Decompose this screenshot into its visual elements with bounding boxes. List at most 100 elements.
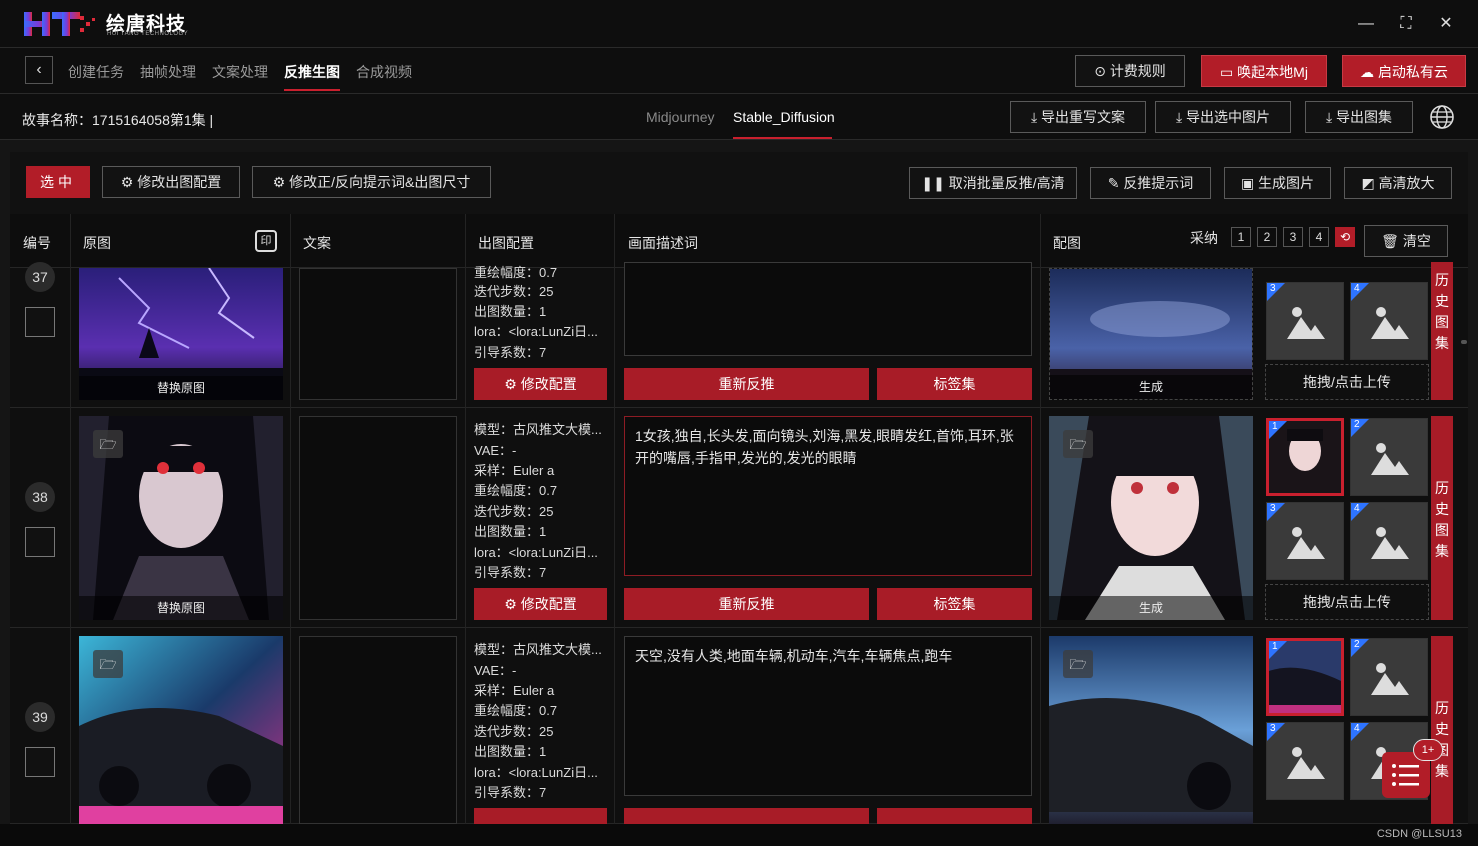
- globe-icon[interactable]: [1429, 104, 1455, 130]
- generated-image[interactable]: 🗁: [1049, 636, 1253, 824]
- config-line: 迭代步数：25: [474, 504, 554, 519]
- history-thumb-3[interactable]: 3: [1266, 722, 1344, 800]
- generated-image[interactable]: 🗁 生成: [1049, 416, 1253, 620]
- re-reverse-button[interactable]: 重新反推: [624, 588, 869, 620]
- adopt-label: 采纳: [1190, 230, 1218, 246]
- prompt-textarea[interactable]: 天空,没有人类,地面车辆,机动车,汽车,车辆焦点,跑车: [624, 636, 1032, 796]
- billing-rules-button[interactable]: ⊙ 计费规则: [1075, 55, 1185, 87]
- monitor-icon: ▭: [1220, 64, 1238, 80]
- coin-icon: ⊙: [1094, 63, 1110, 79]
- config-line: 出图数量：1: [474, 304, 547, 319]
- edit-icon: ✎: [1107, 175, 1124, 191]
- history-thumb-1[interactable]: 1: [1266, 638, 1344, 716]
- history-album-button[interactable]: 历史图集: [1431, 262, 1453, 400]
- replace-original-label[interactable]: 替换原图: [79, 376, 283, 400]
- history-album-button[interactable]: 历史图集: [1431, 416, 1453, 620]
- back-button[interactable]: ‹: [25, 56, 53, 84]
- row-checkbox[interactable]: [25, 307, 55, 337]
- story-name: 故事名称：1715164058第1集 |: [22, 112, 214, 128]
- adopt-option-3[interactable]: 3: [1283, 227, 1303, 247]
- folder-icon[interactable]: 🗁: [93, 430, 123, 458]
- original-image[interactable]: 🗁: [79, 636, 283, 824]
- history-thumb-3[interactable]: 3: [1266, 502, 1344, 580]
- edit-config-button[interactable]: ⚙ 修改配置: [474, 368, 607, 400]
- original-image[interactable]: 替换原图: [79, 268, 283, 400]
- re-reverse-button[interactable]: [624, 808, 869, 824]
- history-thumb-1[interactable]: 1 1: [1266, 418, 1344, 496]
- folder-icon[interactable]: 🗁: [93, 650, 123, 678]
- reverse-prompt-button[interactable]: ✎ 反推提示词: [1090, 167, 1211, 199]
- minimize-icon[interactable]: —: [1354, 12, 1378, 36]
- config-line: 采样：Euler a: [474, 683, 555, 698]
- upscale-button[interactable]: ◩ 高清放大: [1344, 167, 1452, 199]
- upload-dropzone[interactable]: 拖拽/点击上传: [1265, 584, 1429, 620]
- history-album-button[interactable]: 历史图集: [1431, 636, 1453, 824]
- history-thumb-3[interactable]: 3: [1266, 282, 1344, 360]
- repeat-icon[interactable]: ⟲: [1335, 227, 1355, 247]
- tag-set-button[interactable]: 标签集: [877, 588, 1032, 620]
- edit-output-config-button[interactable]: ⚙ 修改出图配置: [102, 166, 240, 198]
- history-thumb-4[interactable]: 4: [1350, 282, 1428, 360]
- copy-textarea[interactable]: [299, 636, 457, 824]
- col-header-original: 原图: [83, 235, 111, 251]
- col-header-config: 出图配置: [478, 235, 534, 251]
- vertical-scrollbar[interactable]: [1461, 340, 1467, 344]
- maximize-icon[interactable]: ⛶: [1394, 12, 1418, 36]
- tab-reverse-generate[interactable]: 反推生图: [284, 62, 340, 82]
- launch-local-mj-button[interactable]: ▭ 唤起本地Mj: [1201, 55, 1327, 87]
- generate-label[interactable]: 生成: [1050, 375, 1252, 399]
- upscale-icon: ◩: [1361, 175, 1379, 191]
- adopt-option-1[interactable]: 1: [1231, 227, 1251, 247]
- adopt-option-4[interactable]: 4: [1309, 227, 1329, 247]
- tag-set-button[interactable]: 标签集: [877, 368, 1032, 400]
- tab-create-task[interactable]: 创建任务: [68, 62, 124, 82]
- replace-original-label[interactable]: 替换原图: [79, 596, 283, 620]
- upload-dropzone[interactable]: 拖拽/点击上传: [1265, 364, 1429, 400]
- history-thumb-4[interactable]: 4: [1350, 502, 1428, 580]
- select-button[interactable]: 选中: [26, 166, 90, 198]
- export-album-button[interactable]: ⤓ 导出图集: [1305, 101, 1413, 133]
- copy-textarea[interactable]: [299, 268, 457, 400]
- adopt-option-2[interactable]: 2: [1257, 227, 1277, 247]
- image-placeholder-icon: [1287, 527, 1325, 559]
- history-thumb-2[interactable]: 2: [1350, 418, 1428, 496]
- task-count-badge: 1+: [1413, 739, 1443, 761]
- col-header-prompt: 画面描述词: [628, 235, 698, 251]
- re-reverse-button[interactable]: 重新反推: [624, 368, 869, 400]
- row-checkbox[interactable]: [25, 527, 55, 557]
- pause-icon: ❚❚: [921, 175, 949, 191]
- column-divider: [614, 214, 615, 824]
- generated-image[interactable]: 生成: [1049, 268, 1253, 400]
- column-divider: [1040, 214, 1041, 824]
- tab-stable-diffusion[interactable]: Stable_Diffusion: [733, 109, 835, 125]
- prompt-textarea[interactable]: 1女孩,独自,长头发,面向镜头,刘海,黑发,眼睛发红,首饰,耳环,张开的嘴唇,手…: [624, 416, 1032, 576]
- original-image[interactable]: 🗁 替换原图: [79, 416, 283, 620]
- folder-icon[interactable]: 🗁: [1063, 430, 1093, 458]
- edit-config-button[interactable]: ⚙ 修改配置: [474, 588, 607, 620]
- row-number: 38: [25, 482, 55, 512]
- close-icon[interactable]: ✕: [1434, 12, 1458, 36]
- prompt-textarea[interactable]: [624, 262, 1032, 356]
- folder-icon[interactable]: 🗁: [1063, 650, 1093, 678]
- clear-button[interactable]: 🗑 清空: [1364, 225, 1448, 257]
- tab-frame-extract[interactable]: 抽帧处理: [140, 62, 196, 82]
- launch-private-cloud-button[interactable]: ☁ 启动私有云: [1342, 55, 1466, 87]
- tab-midjourney[interactable]: Midjourney: [646, 109, 714, 125]
- col-header-copy: 文案: [303, 235, 331, 251]
- tab-copy-process[interactable]: 文案处理: [212, 62, 268, 82]
- history-thumb-2[interactable]: 2: [1350, 638, 1428, 716]
- generate-label[interactable]: 生成: [1049, 596, 1253, 620]
- export-selected-button[interactable]: ⤓ 导出选中图片: [1155, 101, 1291, 133]
- tag-set-button[interactable]: [877, 808, 1032, 824]
- export-rewrite-button[interactable]: ⤓ 导出重写文案: [1010, 101, 1146, 133]
- stamp-icon[interactable]: 印: [255, 230, 277, 252]
- copy-textarea[interactable]: [299, 416, 457, 620]
- download-icon: ⤓: [1325, 109, 1337, 125]
- edit-prompts-button[interactable]: ⚙ 修改正/反向提示词&出图尺寸: [252, 166, 491, 198]
- tab-compose-video[interactable]: 合成视频: [356, 62, 412, 82]
- generate-image-button[interactable]: ▣ 生成图片: [1224, 167, 1331, 199]
- cancel-batch-button[interactable]: ❚❚ 取消批量反推/高清: [909, 167, 1077, 199]
- row-checkbox[interactable]: [25, 747, 55, 777]
- edit-config-button[interactable]: [474, 808, 607, 824]
- active-tab-indicator: [284, 89, 340, 91]
